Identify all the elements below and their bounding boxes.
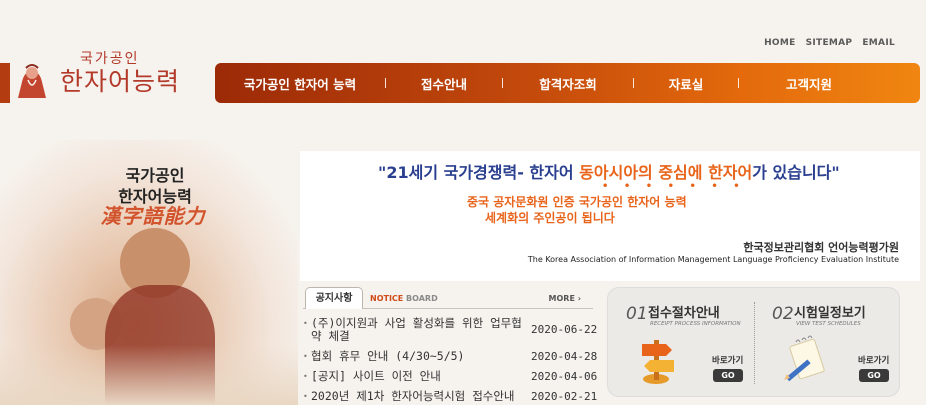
quick-link-title: 접수절차안내 — [648, 306, 720, 321]
banner-org-korean: 한국정보관리협회 언어능력평가원 — [743, 241, 899, 254]
side-hanja-title: 漢字語能力 — [100, 204, 206, 228]
utility-links: HOME SITEMAP EMAIL — [764, 38, 895, 48]
home-link[interactable]: HOME — [764, 38, 796, 48]
nav-separator — [502, 78, 503, 88]
signpost-icon — [642, 340, 674, 384]
notice-more-link[interactable]: MORE › — [549, 294, 581, 303]
banner-org-english: The Korea Association of Information Man… — [527, 255, 899, 264]
quick-links-panel: 01 접수절차안내 RECEIPT PROCESS INFORMATION 바로… — [607, 287, 900, 397]
notice-list: (주)이지원과 사업 활성화를 위한 업무협약 체결 2020-06-22 협회… — [303, 317, 598, 404]
calendar-pencil-icon — [784, 335, 825, 382]
nav-separator — [738, 78, 739, 88]
quick-link-go-label: 바로가기 — [858, 356, 890, 366]
logo-big-text: 한자어능력 — [60, 67, 181, 96]
quick-link-title: 시험일정보기 — [794, 306, 866, 321]
notice-subtitle-board: BOARD — [403, 294, 438, 303]
notice-board: 공지사항 NOTICE BOARD MORE › (주)이지원과 사업 활성화를… — [303, 287, 598, 405]
quick-link-subtitle: VIEW TEST SCHEDULES — [796, 321, 861, 327]
quick-link-receipt-process[interactable]: 01 접수절차안내 RECEIPT PROCESS INFORMATION 바로… — [608, 288, 754, 398]
quick-link-subtitle: RECEIPT PROCESS INFORMATION — [650, 321, 741, 327]
notice-date: 2020-04-06 — [531, 370, 598, 383]
list-item[interactable]: 2020년 제1차 한자어능력시험 접수안내 2020-02-21 — [303, 390, 598, 404]
quick-link-go-label: 바로가기 — [712, 356, 744, 366]
notice-subtitle-notice: NOTICE — [370, 294, 404, 303]
nav-separator — [385, 78, 386, 88]
list-item[interactable]: (주)이지원과 사업 활성화를 위한 업무협약 체결 2020-06-22 — [303, 317, 598, 343]
go-button[interactable]: GO — [713, 369, 743, 382]
notice-title[interactable]: [공지] 사이트 이전 안내 — [303, 370, 525, 384]
quick-link-number: 01 — [626, 304, 648, 324]
notice-title[interactable]: 2020년 제1차 한자어능력시험 접수안내 — [303, 390, 525, 404]
quick-link-test-schedule[interactable]: 02 시험일정보기 VIEW TEST SCHEDULES 바로가기 GO — [754, 288, 900, 398]
go-button[interactable]: GO — [859, 369, 889, 382]
notice-title[interactable]: 협회 휴무 안내 (4/30~5/5) — [303, 350, 525, 364]
site-logo[interactable]: 국가공인 한자어능력 — [10, 48, 190, 100]
banner-headline: "21세기 국가경쟁력- 한자어 동아시아의 중심에 한자어가 있습니다" — [378, 159, 840, 183]
nav-separator — [633, 78, 634, 88]
notice-header: 공지사항 NOTICE BOARD MORE › — [303, 287, 593, 309]
notice-date: 2020-02-21 — [531, 390, 598, 403]
nav-item-support[interactable]: 고객지원 — [739, 74, 879, 93]
banner-subline1: 중국 공자문화원 인증 국가공인 한자어 능력 — [467, 195, 687, 209]
email-link[interactable]: EMAIL — [862, 38, 895, 48]
nav-item-resources[interactable]: 자료실 — [634, 74, 738, 93]
nav-item-results[interactable]: 합격자조회 — [503, 74, 633, 93]
nav-item-registration[interactable]: 접수안내 — [386, 74, 502, 93]
list-item[interactable]: [공지] 사이트 이전 안내 2020-04-06 — [303, 370, 598, 384]
notice-title[interactable]: (주)이지원과 사업 활성화를 위한 업무협약 체결 — [303, 317, 525, 343]
nav-item-hanja-ability[interactable]: 국가공인 한자어 능력 — [215, 74, 385, 93]
banner-emphasis-dots: • • • • • • • — [602, 181, 746, 192]
banner-subline2: 세계화의 주인공이 됩니다 — [485, 211, 615, 225]
globe-map — [0, 345, 298, 405]
quick-link-number: 02 — [772, 304, 794, 324]
notice-date: 2020-06-22 — [531, 323, 598, 336]
main-nav: 국가공인 한자어 능력 접수안내 합격자조회 자료실 고객지원 — [215, 63, 920, 103]
notice-tab[interactable]: 공지사항 — [305, 287, 363, 309]
banner-headline-part2: 동아시아의 중심에 한자어 — [579, 163, 753, 182]
banner-headline-part3: 가 있습니다" — [752, 163, 840, 182]
list-item[interactable]: 협회 휴무 안내 (4/30~5/5) 2020-04-28 — [303, 350, 598, 364]
banner-headline-part1: "21세기 국가경쟁력- 한자어 — [378, 163, 574, 182]
left-accent-bar — [0, 63, 10, 103]
notice-date: 2020-04-28 — [531, 350, 598, 363]
sitemap-link[interactable]: SITEMAP — [806, 38, 853, 48]
side-visual: 국가공인 한자어능력 漢字語能力 — [0, 140, 298, 405]
notice-subtitle: NOTICE BOARD — [370, 294, 438, 303]
confucius-logo-icon — [18, 64, 46, 98]
main-banner: "21세기 국가경쟁력- 한자어 동아시아의 중심에 한자어가 있습니다" • … — [300, 151, 920, 281]
